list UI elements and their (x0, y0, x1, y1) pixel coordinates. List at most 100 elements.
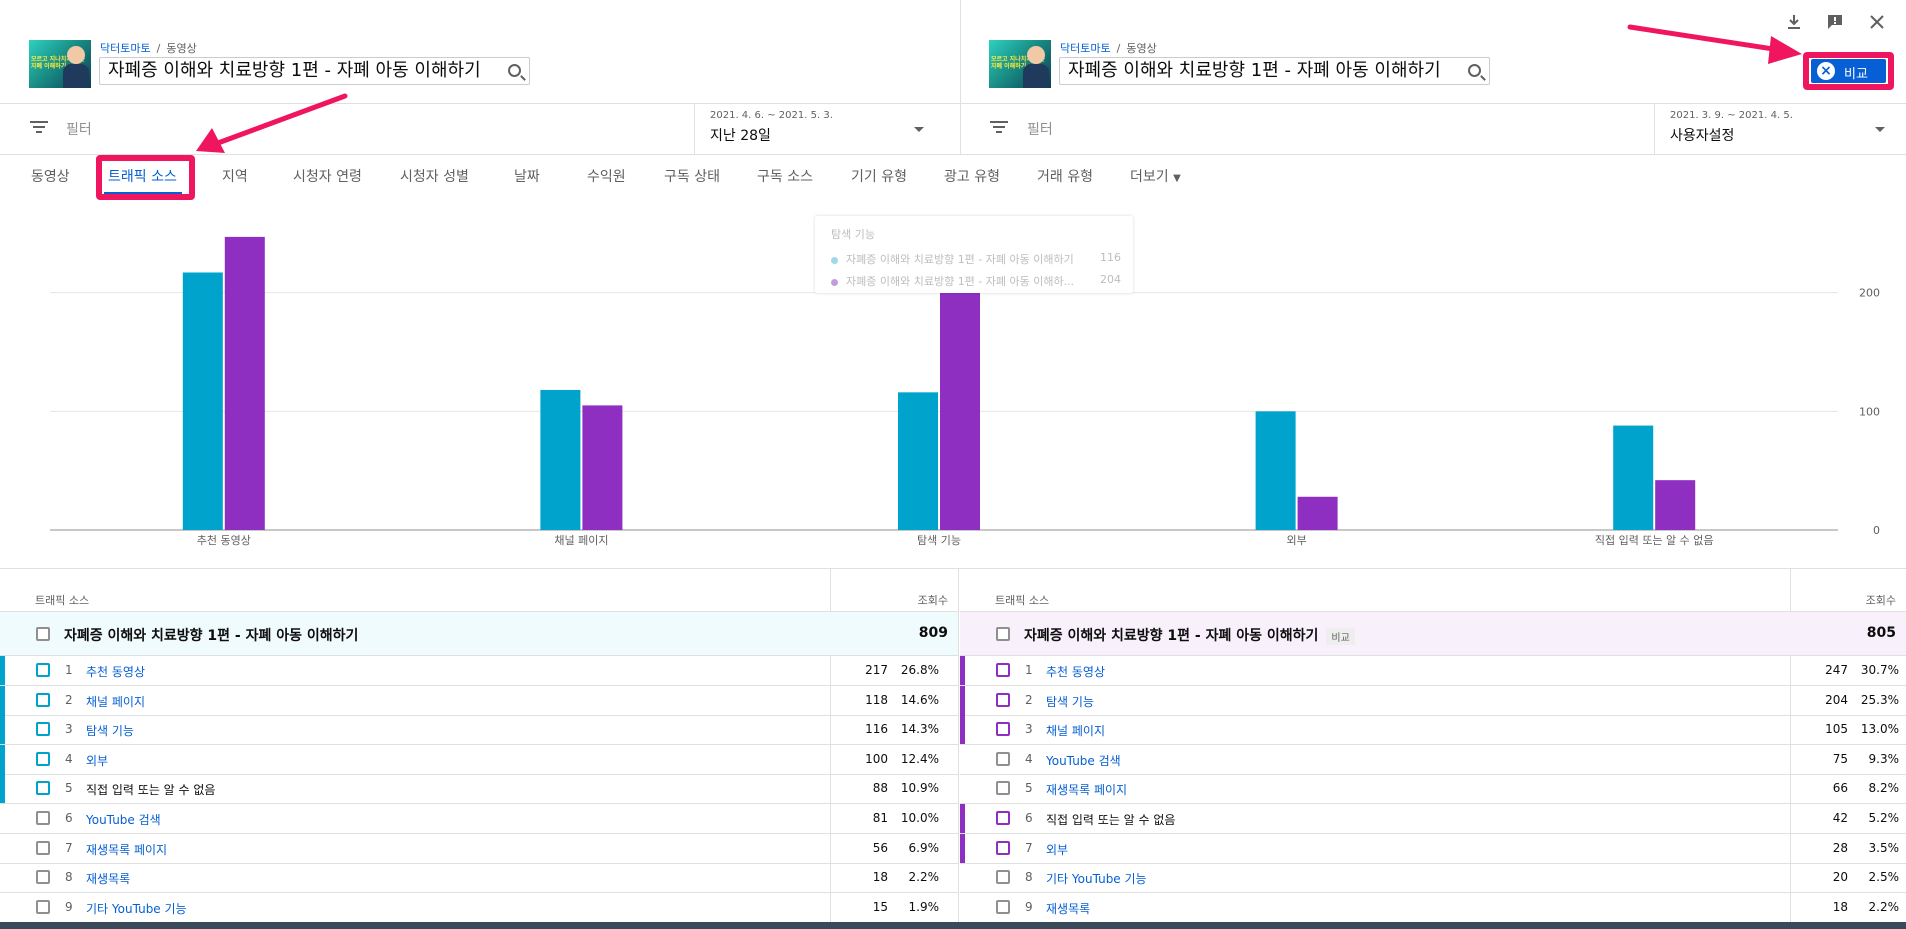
row-percent: 25.3% (1860, 692, 1899, 707)
row-source-name[interactable]: YouTube 검색 (1046, 752, 1121, 769)
row-percent: 14.3% (900, 722, 939, 737)
table-row[interactable]: 7 외부 28 3.5% (960, 833, 1906, 863)
row-checkbox[interactable] (36, 692, 50, 707)
row-percent: 13.0% (1860, 722, 1899, 737)
row-source-name[interactable]: 탐색 기능 (86, 722, 134, 739)
table-row[interactable]: 1 추천 동영상 247 30.7% (960, 656, 1906, 685)
row-checkbox[interactable] (36, 722, 50, 737)
total-row[interactable]: 자폐증 이해와 치료방향 1편 - 자폐 아동 이해하기 809 (0, 612, 958, 656)
row-source-name[interactable]: 재생목록 페이지 (1046, 781, 1127, 798)
row-checkbox[interactable] (36, 899, 50, 914)
taskbar (0, 922, 1906, 929)
row-checkbox[interactable] (996, 899, 1010, 914)
total-title: 자폐증 이해와 치료방향 1편 - 자폐 아동 이해하기 비교 (1024, 625, 1355, 645)
row-checkbox[interactable] (996, 781, 1010, 796)
row-source-name[interactable]: YouTube 검색 (86, 811, 161, 828)
row-views: 75 (1832, 751, 1848, 766)
row-checkbox[interactable] (996, 722, 1010, 737)
row-checkbox[interactable] (36, 870, 50, 885)
row-rank: 6 (65, 811, 73, 825)
table-row[interactable]: 8 재생목록 18 2.2% (0, 863, 958, 892)
row-percent: 2.2% (908, 870, 940, 885)
x-tick-label: 직접 입력 또는 알 수 없음 (1595, 533, 1714, 547)
row-source-name[interactable]: 추천 동영상 (1046, 663, 1105, 680)
bar-b (224, 236, 265, 530)
bar-b (940, 287, 980, 530)
table-row[interactable]: 9 기타 YouTube 기능 15 1.9% (0, 893, 958, 922)
row-percent: 10.9% (900, 781, 939, 796)
row-checkbox[interactable] (36, 663, 50, 677)
total-row[interactable]: 자폐증 이해와 치료방향 1편 - 자폐 아동 이해하기 비교 805 (960, 612, 1906, 656)
bar-a (898, 392, 938, 530)
row-checkbox[interactable] (36, 781, 50, 796)
table-row[interactable]: 8 기타 YouTube 기능 20 2.5% (960, 863, 1906, 892)
table-row[interactable]: 1 추천 동영상 217 26.8% (0, 656, 958, 685)
row-source-name[interactable]: 재생목록 (1046, 900, 1090, 917)
total-checkbox[interactable] (36, 627, 50, 641)
row-views: 15 (872, 899, 888, 914)
row-source-name[interactable]: 외부 (1046, 841, 1068, 858)
selected-indicator (960, 685, 965, 715)
y-tick-label: 200 (1859, 287, 1880, 300)
total-views: 809 (918, 625, 948, 641)
table-row[interactable]: 4 YouTube 검색 75 9.3% (960, 745, 1906, 774)
total-title: 자폐증 이해와 치료방향 1편 - 자폐 아동 이해하기 (64, 625, 358, 645)
column-header-views[interactable]: 조회수 (918, 592, 948, 608)
row-source-name[interactable]: 추천 동영상 (86, 663, 145, 680)
row-percent: 1.9% (908, 899, 940, 914)
table-row[interactable]: 7 재생목록 페이지 56 6.9% (0, 834, 958, 863)
row-rank: 9 (65, 899, 73, 914)
row-source-name[interactable]: 기타 YouTube 기능 (1046, 870, 1147, 887)
row-checkbox[interactable] (36, 811, 50, 825)
row-source-name[interactable]: 기타 YouTube 기능 (86, 900, 187, 917)
row-checkbox[interactable] (996, 840, 1010, 855)
table-row[interactable]: 6 직접 입력 또는 알 수 없음 42 5.2% (960, 804, 1906, 833)
row-source-name[interactable]: 재생목록 (86, 870, 130, 887)
row-checkbox[interactable] (996, 751, 1010, 766)
table-row[interactable]: 5 재생목록 페이지 66 8.2% (960, 774, 1906, 803)
row-rank: 7 (65, 840, 73, 855)
row-checkbox[interactable] (996, 692, 1010, 707)
table-row[interactable]: 6 YouTube 검색 81 10.0% (0, 804, 958, 833)
total-checkbox[interactable] (996, 627, 1010, 641)
row-checkbox[interactable] (996, 811, 1010, 825)
row-percent: 30.7% (1860, 663, 1899, 677)
column-header-views[interactable]: 조회수 (1866, 592, 1896, 608)
x-tick-label: 외부 (1286, 534, 1306, 547)
row-source-name[interactable]: 재생목록 페이지 (86, 841, 167, 858)
table-row[interactable]: 9 재생목록 18 2.2% (960, 893, 1906, 922)
row-rank: 1 (65, 663, 73, 677)
row-views: 217 (865, 663, 888, 677)
row-checkbox[interactable] (36, 840, 50, 855)
row-views: 88 (872, 781, 888, 796)
row-views: 18 (872, 870, 888, 885)
table-row[interactable]: 2 채널 페이지 118 14.6% (0, 685, 958, 715)
row-rank: 6 (1025, 811, 1033, 825)
table-row[interactable]: 3 채널 페이지 105 13.0% (960, 715, 1906, 745)
row-percent: 10.0% (900, 811, 939, 825)
row-percent: 2.5% (1868, 870, 1900, 885)
row-checkbox[interactable] (996, 870, 1010, 885)
annotation-arrow-compare (1627, 24, 1783, 53)
row-percent: 14.6% (900, 692, 939, 707)
row-checkbox[interactable] (36, 751, 50, 766)
tooltip-row-value: 116 (1100, 251, 1121, 264)
table-row[interactable]: 4 외부 100 12.4% (0, 744, 958, 774)
row-source-name[interactable]: 탐색 기능 (1046, 693, 1094, 710)
row-source-name[interactable]: 채널 페이지 (1046, 722, 1105, 739)
selected-indicator (960, 804, 965, 833)
column-header-source: 트래픽 소스 (995, 594, 1050, 607)
row-source-name[interactable]: 채널 페이지 (86, 693, 145, 710)
row-rank: 3 (65, 722, 73, 737)
table-row[interactable]: 2 탐색 기능 204 25.3% (960, 685, 1906, 715)
table-row[interactable]: 3 탐색 기능 116 14.3% (0, 715, 958, 745)
series-b-dot (831, 278, 838, 286)
selected-indicator (0, 715, 5, 745)
row-percent: 2.2% (1868, 899, 1900, 914)
row-views: 66 (1832, 781, 1848, 796)
table-row[interactable]: 5 직접 입력 또는 알 수 없음 88 10.9% (0, 774, 958, 804)
row-source-name[interactable]: 외부 (86, 752, 108, 769)
total-views: 805 (1866, 625, 1896, 641)
bar-b (1655, 480, 1696, 530)
row-checkbox[interactable] (996, 663, 1010, 677)
